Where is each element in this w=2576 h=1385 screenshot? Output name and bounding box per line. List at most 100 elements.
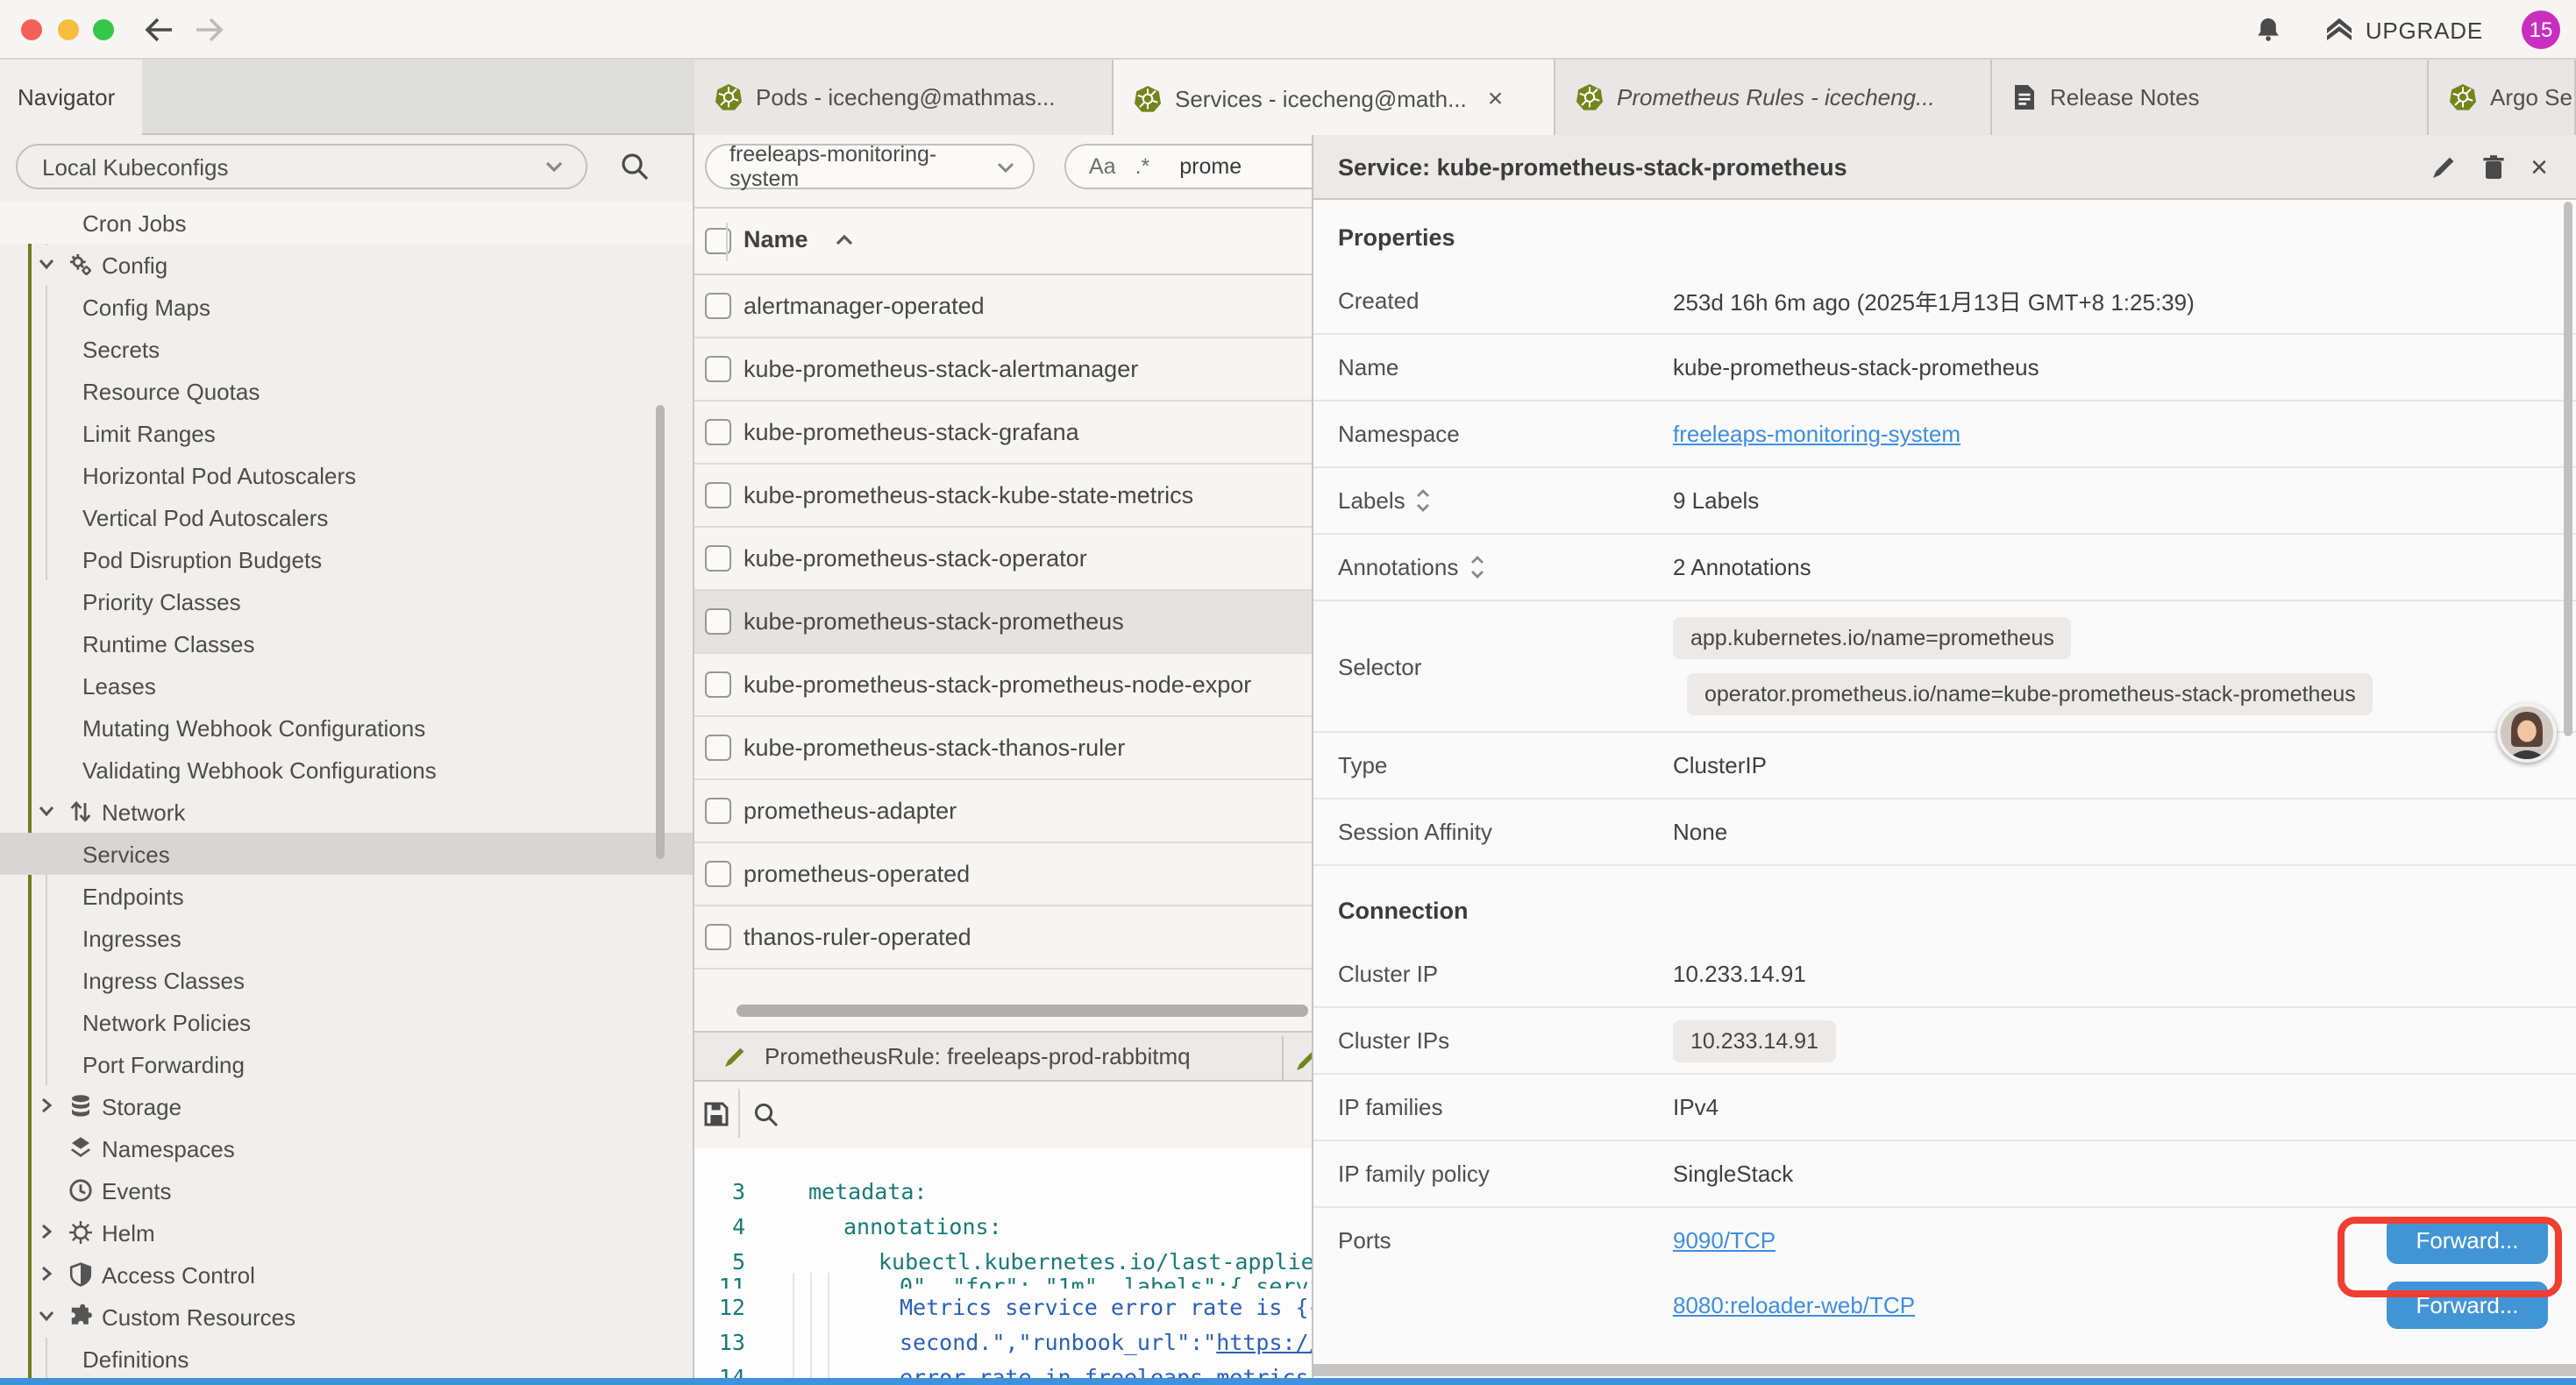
browser-tab-3[interactable]: Prometheus Rules - icecheng... <box>1555 60 1992 135</box>
close-drawer-icon[interactable]: × <box>2530 152 2548 181</box>
kubeconfig-select[interactable]: Local Kubeconfigs <box>16 144 587 189</box>
match-case-toggle[interactable]: Aa <box>1089 154 1116 179</box>
namespace-link[interactable]: freeleaps-monitoring-system <box>1673 421 1960 447</box>
save-icon[interactable] <box>703 1101 729 1127</box>
delete-resource-trash-icon[interactable] <box>2481 153 2506 180</box>
sidebar-item-network[interactable]: Network <box>0 791 694 833</box>
browser-tab-2[interactable]: Services - icecheng@math...× <box>1114 60 1555 137</box>
chevron-down-icon[interactable] <box>37 1306 58 1327</box>
sidebar-item-label: Mutating Webhook Configurations <box>0 714 425 741</box>
namespace-filter-select[interactable]: freeleaps-monitoring-system <box>705 144 1035 189</box>
property-label: Annotations <box>1313 554 1673 580</box>
search-icon[interactable] <box>619 151 651 182</box>
sidebar-item-config[interactable]: Config <box>0 244 694 286</box>
sidebar-item-custom-resources[interactable]: Custom Resources <box>0 1296 694 1338</box>
sidebar-item-vertical-pod-autoscalers[interactable]: Vertical Pod Autoscalers <box>0 496 694 538</box>
sidebar-item-ingress-classes[interactable]: Ingress Classes <box>0 959 694 1001</box>
sorter-icon[interactable] <box>1416 489 1432 512</box>
navigator-panel-tab[interactable]: Navigator <box>0 60 142 135</box>
user-avatar[interactable] <box>2497 703 2557 763</box>
sidebar-item-definitions[interactable]: Definitions <box>0 1338 694 1380</box>
sidebar-item-pod-disruption-budgets[interactable]: Pod Disruption Budgets <box>0 538 694 580</box>
editor-line-14[interactable]: 14error rate in freeleaps metrics ser <box>694 1359 1312 1378</box>
port-link[interactable]: 8080:reloader-web/TCP <box>1673 1292 1915 1318</box>
editor-tab-label[interactable]: PrometheusRule: freeleaps-prod-rabbitmq <box>765 1043 1191 1069</box>
chevron-right-icon[interactable] <box>37 1096 58 1117</box>
minimize-window-button[interactable] <box>58 19 79 40</box>
row-checkbox[interactable] <box>705 861 731 887</box>
editor-line-4[interactable]: 4annotations: <box>694 1208 1312 1243</box>
row-checkbox[interactable] <box>705 545 731 572</box>
sidebar-item-events[interactable]: Events <box>0 1169 694 1211</box>
sidebar-item-endpoints[interactable]: Endpoints <box>0 875 694 917</box>
navigator-tab-label: Navigator <box>18 84 115 110</box>
maximize-window-button[interactable] <box>93 19 114 40</box>
navigator-scrollbar[interactable] <box>656 405 665 859</box>
browser-tab-1[interactable]: Pods - icecheng@mathmas... <box>694 60 1114 135</box>
editor-line-12[interactable]: 12Metrics service error rate is {{ $va <box>694 1289 1312 1324</box>
close-tab-icon[interactable]: × <box>1488 83 1504 113</box>
sidebar-item-mutating-webhook-configurations[interactable]: Mutating Webhook Configurations <box>0 707 694 749</box>
row-checkbox[interactable] <box>705 419 731 445</box>
editor-line-11[interactable]: 110", "for": "1m", labels":{ service": <box>694 1273 1312 1289</box>
property-label: Session Affinity <box>1313 819 1673 845</box>
sidebar-item-priority-classes[interactable]: Priority Classes <box>0 580 694 622</box>
sidebar-item-access-control[interactable]: Access Control <box>0 1254 694 1296</box>
runbook-url-link[interactable]: https://net <box>1216 1328 1312 1354</box>
upgrade-label[interactable]: UPGRADE <box>2366 17 2483 43</box>
notifications-bell-icon[interactable] <box>2255 16 2281 44</box>
yaml-editor[interactable]: 3metadata:4annotations:5kubectl.kubernet… <box>694 1148 1312 1378</box>
sort-ascending-icon[interactable] <box>835 233 854 247</box>
port-link[interactable]: 9090/TCP <box>1673 1227 1775 1254</box>
row-checkbox[interactable] <box>705 293 731 319</box>
sidebar-item-validating-webhook-configurations[interactable]: Validating Webhook Configurations <box>0 749 694 791</box>
sidebar-item-leases[interactable]: Leases <box>0 664 694 707</box>
regex-toggle[interactable]: .* <box>1135 154 1150 179</box>
editor-search-icon[interactable] <box>752 1101 780 1129</box>
notification-count-badge[interactable]: 15 <box>2522 11 2560 49</box>
chevron-down-icon[interactable] <box>37 254 58 275</box>
sidebar-item-services[interactable]: Services <box>0 833 694 875</box>
sidebar-item-config-maps[interactable]: Config Maps <box>0 286 694 328</box>
sidebar-item-limit-ranges[interactable]: Limit Ranges <box>0 412 694 454</box>
close-window-button[interactable] <box>21 19 42 40</box>
editor-line-13[interactable]: 13second.","runbook_url":"https://net <box>694 1324 1312 1359</box>
edit-resource-pencil-icon[interactable] <box>2430 153 2457 180</box>
sidebar-item-runtime-classes[interactable]: Runtime Classes <box>0 622 694 664</box>
row-checkbox[interactable] <box>705 798 731 824</box>
sidebar-item-cron-jobs[interactable]: Cron Jobs <box>0 202 694 244</box>
sidebar-item-horizontal-pod-autoscalers[interactable]: Horizontal Pod Autoscalers <box>0 454 694 496</box>
sidebar-item-storage[interactable]: Storage <box>0 1085 694 1127</box>
back-icon[interactable] <box>144 16 174 44</box>
resource-tree: Cron JobsConfigConfig MapsSecretsResourc… <box>0 202 694 1380</box>
row-checkbox[interactable] <box>705 735 731 761</box>
label-text: Session Affinity <box>1338 819 1492 845</box>
sidebar-item-helm[interactable]: Helm <box>0 1211 694 1254</box>
forward-icon[interactable] <box>195 16 224 44</box>
drawer-scrollbar[interactable] <box>2564 202 2572 736</box>
upgrade-icon[interactable] <box>2323 16 2355 44</box>
sidebar-item-port-forwarding[interactable]: Port Forwarding <box>0 1043 694 1085</box>
row-checkbox[interactable] <box>705 482 731 508</box>
browser-tab-5[interactable]: Argo Se <box>2429 60 2576 135</box>
name-column-header[interactable]: Name <box>744 226 808 252</box>
custom-resources-puzzle-icon <box>68 1304 93 1329</box>
row-checkbox[interactable] <box>705 356 731 382</box>
sidebar-item-namespaces[interactable]: Namespaces <box>0 1127 694 1169</box>
sidebar-item-network-policies[interactable]: Network Policies <box>0 1001 694 1043</box>
row-checkbox[interactable] <box>705 608 731 635</box>
chevron-down-icon[interactable] <box>37 801 58 822</box>
row-checkbox[interactable] <box>705 671 731 698</box>
editor-line-3[interactable]: 3metadata: <box>694 1173 1312 1208</box>
sidebar-item-resource-quotas[interactable]: Resource Quotas <box>0 370 694 412</box>
sidebar-item-label: Limit Ranges <box>0 420 216 446</box>
row-checkbox[interactable] <box>705 924 731 950</box>
browser-tab-4[interactable]: Release Notes <box>1992 60 2429 135</box>
sorter-icon[interactable] <box>1469 556 1484 579</box>
list-horizontal-scrollbar[interactable] <box>737 1005 1308 1017</box>
sidebar-item-ingresses[interactable]: Ingresses <box>0 917 694 959</box>
chevron-right-icon[interactable] <box>37 1222 58 1243</box>
sidebar-item-secrets[interactable]: Secrets <box>0 328 694 370</box>
chevron-right-icon[interactable] <box>37 1264 58 1285</box>
drawer-horizontal-scrollbar[interactable] <box>1313 1364 2576 1376</box>
